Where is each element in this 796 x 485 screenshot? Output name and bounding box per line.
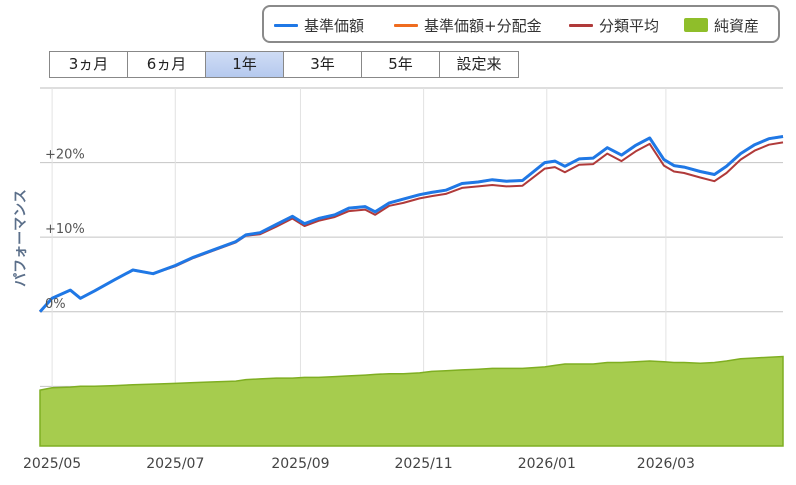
series-line-category-average xyxy=(39,141,784,313)
x-tick-label: 2025/07 xyxy=(146,456,204,472)
x-tick-label: 2025/09 xyxy=(271,456,329,472)
series-area-net-assets xyxy=(39,355,784,447)
y-tick-label: +10% xyxy=(45,222,85,237)
x-tick-label: 2026/01 xyxy=(518,456,576,472)
y-tick-label: +20% xyxy=(45,148,85,163)
performance-chart: +20% +10% 0% 2025/05 2025/07 2025/09 2025/11 20… xyxy=(13,87,784,472)
y-tick-label: 0% xyxy=(45,297,66,312)
x-tick-label: 2025/11 xyxy=(395,456,453,472)
x-tick-label: 2026/03 xyxy=(637,456,695,472)
x-tick-label: 2025/05 xyxy=(23,456,81,472)
y-axis-label: パフォーマンス xyxy=(13,189,29,287)
